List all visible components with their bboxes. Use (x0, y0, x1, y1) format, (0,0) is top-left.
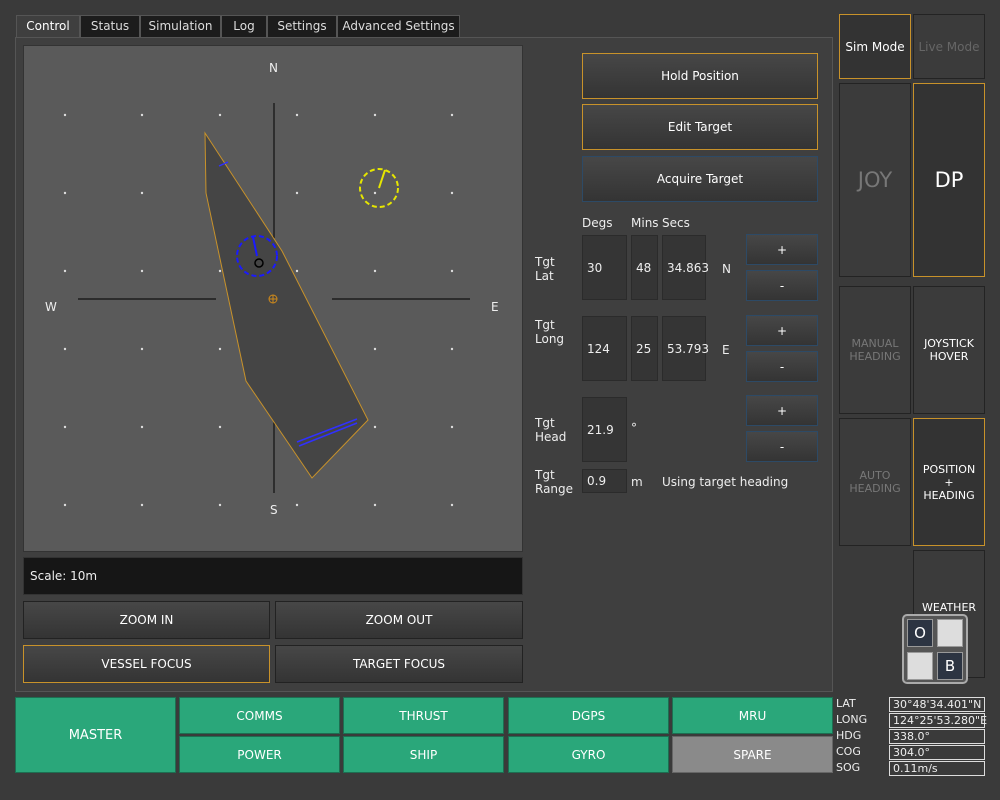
zoom-out-button[interactable]: ZOOM OUT (275, 601, 523, 639)
tgt-range-label: Tgt Range (535, 468, 574, 496)
tgt-long-minus-button[interactable]: - (746, 351, 818, 382)
mins-header: Mins (631, 216, 659, 230)
scale-display: Scale: 10m (23, 557, 523, 595)
ob-blank-cell-bottom[interactable] (907, 652, 933, 680)
live-mode-button[interactable]: Live Mode (913, 14, 985, 79)
long-readout-value: 124°25'53.280"E (889, 713, 987, 728)
tgt-lat-plus-button[interactable]: + (746, 234, 818, 265)
compass-south-label: S (270, 503, 278, 517)
tgt-head-label: Tgt Head (535, 416, 567, 444)
tgt-long-plus-button[interactable]: + (746, 315, 818, 346)
acquire-target-button[interactable]: Acquire Target (582, 156, 818, 202)
ob-o-cell[interactable]: O (907, 619, 933, 647)
zoom-in-button[interactable]: ZOOM IN (23, 601, 270, 639)
comms-status: COMMS (179, 697, 340, 734)
tgt-lat-label: Tgt Lat (535, 255, 555, 283)
hdg-readout-label: HDG (836, 729, 862, 742)
edit-target-button[interactable]: Edit Target (582, 104, 818, 150)
ship-status: SHIP (343, 736, 504, 773)
secs-header: Secs (662, 216, 690, 230)
cog-readout-label: COG (836, 745, 861, 758)
ob-b-cell[interactable]: B (937, 652, 963, 680)
compass-east-label: E (491, 300, 499, 314)
tab-simulation[interactable]: Simulation (140, 15, 221, 37)
tgt-long-label: Tgt Long (535, 318, 565, 346)
tgt-lat-mins-field[interactable]: 48 (631, 235, 658, 300)
lat-readout-label: LAT (836, 697, 856, 710)
center-of-gravity-icon (268, 294, 278, 304)
dgps-status: DGPS (508, 697, 669, 734)
tab-settings[interactable]: Settings (267, 15, 337, 37)
joy-mode-button[interactable]: JOY (839, 83, 911, 277)
tgt-lat-minus-button[interactable]: - (746, 270, 818, 301)
mru-status: MRU (672, 697, 833, 734)
range-note: Using target heading (662, 475, 789, 489)
auto-heading-button[interactable]: AUTO HEADING (839, 418, 911, 546)
tgt-lat-secs-field[interactable]: 34.863 (662, 235, 709, 300)
tab-advanced-settings[interactable]: Advanced Settings (337, 15, 460, 37)
manual-heading-button[interactable]: MANUAL HEADING (839, 286, 911, 414)
tgt-long-hemisphere: E (722, 343, 730, 357)
gyro-status: GYRO (508, 736, 669, 773)
tab-control[interactable]: Control (16, 15, 80, 37)
tgt-long-secs-field[interactable]: 53.793 (662, 316, 709, 381)
compass-west-label: W (45, 300, 57, 314)
vessel-hull (204, 131, 369, 479)
target-focus-button[interactable]: TARGET FOCUS (275, 645, 523, 683)
sog-readout-label: SOG (836, 761, 861, 774)
dp-mode-button[interactable]: DP (913, 83, 985, 277)
joystick-hover-button[interactable]: JOYSTICK HOVER (913, 286, 985, 414)
long-readout-label: LONG (836, 713, 868, 726)
degs-header: Degs (582, 216, 613, 230)
power-status: POWER (179, 736, 340, 773)
spare-status: SPARE (672, 736, 833, 773)
tgt-head-minus-button[interactable]: - (746, 431, 818, 462)
tgt-lat-degs-field[interactable]: 30 (582, 235, 627, 300)
hdg-readout-value: 338.0° (889, 729, 985, 744)
tgt-head-field[interactable]: 21.9 (582, 397, 627, 462)
tab-log[interactable]: Log (221, 15, 267, 37)
cog-readout-value: 304.0° (889, 745, 985, 760)
tab-status[interactable]: Status (80, 15, 140, 37)
tgt-long-degs-field[interactable]: 124 (582, 316, 627, 381)
position-heading-button[interactable]: POSITION + HEADING (913, 418, 985, 546)
lat-readout-value: 30°48'34.401"N (889, 697, 985, 712)
tgt-long-mins-field[interactable]: 25 (631, 316, 658, 381)
thrust-status: THRUST (343, 697, 504, 734)
tgt-head-plus-button[interactable]: + (746, 395, 818, 426)
sog-readout-value: 0.11m/s (889, 761, 985, 776)
tgt-range-field: 0.9 (582, 469, 627, 493)
tgt-range-unit: m (631, 475, 643, 489)
vessel-focus-button[interactable]: VESSEL FOCUS (23, 645, 270, 683)
compass-north-label: N (269, 61, 278, 75)
ob-blank-cell-top[interactable] (937, 619, 963, 647)
ob-widget[interactable]: O B (902, 614, 968, 684)
master-status: MASTER (15, 697, 176, 773)
map-view[interactable]: N S E W (23, 45, 523, 552)
tgt-head-unit: ° (631, 421, 637, 435)
sim-mode-button[interactable]: Sim Mode (839, 14, 911, 79)
tgt-lat-hemisphere: N (722, 262, 731, 276)
hold-position-button[interactable]: Hold Position (582, 53, 818, 99)
